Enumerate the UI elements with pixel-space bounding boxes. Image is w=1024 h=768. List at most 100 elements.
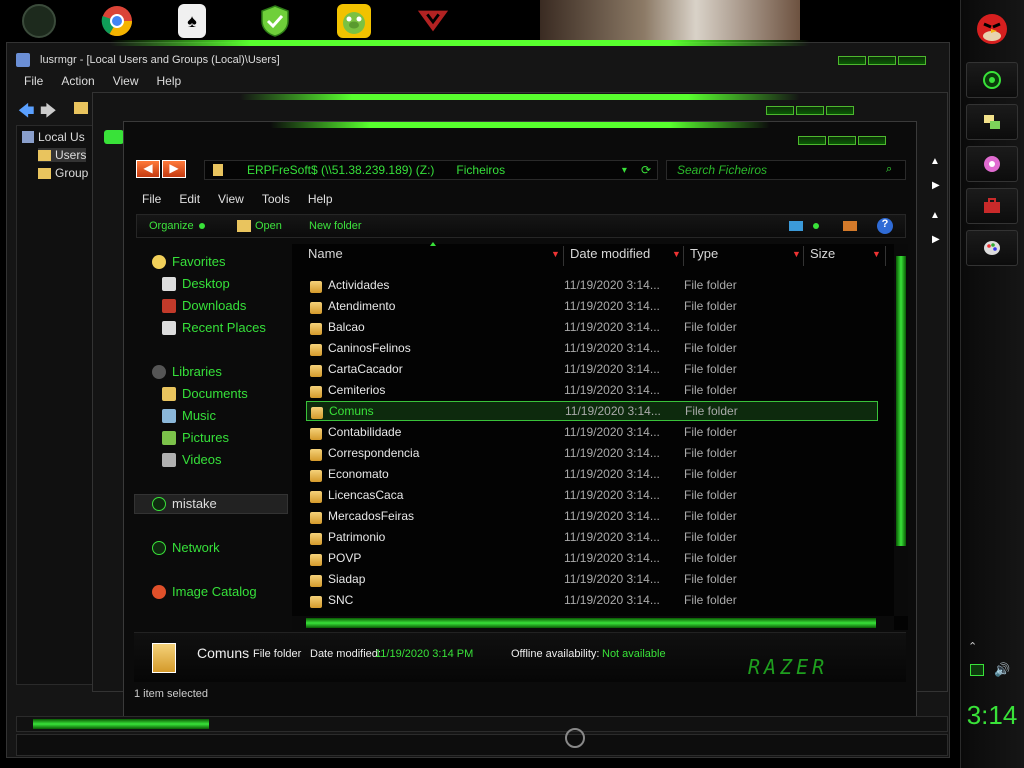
- folder-icon: [310, 470, 322, 482]
- volume-icon[interactable]: 🔊: [994, 662, 1010, 678]
- table-row[interactable]: Balcao 11/19/2020 3:14... File folder: [306, 317, 878, 337]
- disc-icon[interactable]: [966, 146, 1018, 182]
- tree-root[interactable]: Local Us: [22, 130, 85, 144]
- tree-users[interactable]: Users: [38, 148, 87, 162]
- up-folder-icon[interactable]: [74, 102, 88, 114]
- new-folder-button[interactable]: New folder: [309, 220, 362, 232]
- menu-view[interactable]: View: [113, 74, 139, 94]
- chrome-icon[interactable]: [100, 4, 134, 38]
- nav-network[interactable]: Network: [152, 540, 220, 555]
- table-row[interactable]: Correspondencia 11/19/2020 3:14... File fo…: [306, 443, 878, 463]
- nav-network-label: Network: [172, 540, 220, 555]
- tray-monitor-icon[interactable]: [970, 664, 984, 676]
- nav-libraries[interactable]: Libraries: [152, 364, 222, 379]
- tray-arrow-icon[interactable]: ⌃: [968, 640, 977, 653]
- scroll-up-icon[interactable]: ▲: [930, 156, 940, 167]
- window2-caption-buttons[interactable]: [766, 106, 854, 115]
- expand-icon-2[interactable]: ▶: [932, 234, 940, 245]
- table-row[interactable]: CaninosFelinos 11/19/2020 3:14... File fol…: [306, 338, 878, 358]
- nav-image-catalog[interactable]: Image Catalog: [152, 584, 257, 599]
- clock[interactable]: 3:14: [962, 700, 1022, 731]
- lusrmgr-scroll-thumb[interactable]: [33, 719, 209, 729]
- menu-help[interactable]: Help: [157, 74, 182, 94]
- table-row[interactable]: SNC 11/19/2020 3:14... File folder: [306, 590, 878, 610]
- preview-pane-icon[interactable]: [843, 221, 857, 231]
- table-row[interactable]: Atendimento 11/19/2020 3:14... File folder: [306, 296, 878, 316]
- table-row[interactable]: MercadosFeiras 11/19/2020 3:14... File fol…: [306, 506, 878, 526]
- menu-view[interactable]: View: [218, 192, 244, 210]
- table-row[interactable]: Patrimonio 11/19/2020 3:14... File folder: [306, 527, 878, 547]
- menu-file[interactable]: File: [24, 74, 43, 94]
- menu-help[interactable]: Help: [308, 192, 333, 210]
- table-row[interactable]: Comuns 11/19/2020 3:14... File folder: [306, 401, 878, 421]
- scroll-up-icon-2[interactable]: ▲: [930, 210, 940, 221]
- file-date: 11/19/2020 3:14...: [564, 383, 660, 397]
- green-orb-icon[interactable]: [966, 62, 1018, 98]
- address-bar[interactable]: ERPFreSoft$ (\\51.38.239.189) (Z:) Fiche…: [204, 160, 658, 180]
- vertical-scrollbar[interactable]: [894, 244, 908, 616]
- column-date-modified[interactable]: Date modified: [564, 246, 684, 266]
- table-row[interactable]: Actividades 11/19/2020 3:14... File folder: [306, 275, 878, 295]
- column-filter-icon[interactable]: ▼: [672, 249, 681, 259]
- details-offline: Not available: [602, 648, 666, 660]
- back-forward-buttons[interactable]: ◀ ▶: [136, 160, 186, 180]
- table-row[interactable]: POVP 11/19/2020 3:14... File folder: [306, 548, 878, 568]
- help-icon[interactable]: ?: [877, 218, 893, 234]
- view-icon[interactable]: [789, 221, 803, 231]
- menu-edit[interactable]: Edit: [179, 192, 200, 210]
- view-dropdown-icon[interactable]: [813, 223, 819, 229]
- nav-music[interactable]: Music: [162, 408, 216, 423]
- network-icon[interactable]: [966, 104, 1018, 140]
- column-type[interactable]: Type: [684, 246, 804, 266]
- angry-birds-icon[interactable]: [966, 4, 1018, 50]
- explorer-caption-buttons[interactable]: [798, 136, 886, 145]
- nav-documents[interactable]: Documents: [162, 386, 248, 401]
- organize-button[interactable]: Organize: [149, 220, 194, 232]
- shield-check-icon[interactable]: [258, 4, 292, 38]
- horizontal-scrollbar[interactable]: [292, 616, 894, 630]
- bad-piggies-icon[interactable]: [337, 4, 371, 38]
- lusrmgr-caption-buttons[interactable]: [838, 56, 926, 65]
- file-date: 11/19/2020 3:14...: [564, 593, 660, 607]
- table-row[interactable]: CartaCacador 11/19/2020 3:14... File folde…: [306, 359, 878, 379]
- lusrmgr-scrollbar[interactable]: [16, 716, 948, 732]
- column-filter-icon[interactable]: ▼: [792, 249, 801, 259]
- horizontal-scroll-thumb[interactable]: [306, 618, 876, 628]
- search-icon[interactable]: ⌕: [886, 163, 892, 176]
- back-icon[interactable]: ◀: [136, 160, 160, 178]
- nav-pictures[interactable]: Pictures: [162, 430, 229, 445]
- tree-groups[interactable]: Group: [38, 166, 88, 180]
- expand-icon[interactable]: ▶: [932, 180, 940, 191]
- menu-action[interactable]: Action: [61, 74, 94, 94]
- papers-please-icon[interactable]: [416, 4, 450, 38]
- nav-recent-places[interactable]: Recent Places: [162, 320, 266, 335]
- forward-icon[interactable]: ▶: [162, 160, 186, 178]
- column-filter-icon[interactable]: ▼: [872, 249, 881, 259]
- column-name[interactable]: Name: [302, 246, 564, 266]
- column-filter-icon[interactable]: ▼: [551, 249, 560, 259]
- table-row[interactable]: Contabilidade 11/19/2020 3:14... File fold…: [306, 422, 878, 442]
- nav-downloads[interactable]: Downloads: [162, 298, 246, 313]
- nav-videos[interactable]: Videos: [162, 452, 222, 467]
- paint-icon[interactable]: [966, 230, 1018, 266]
- refresh-icon[interactable]: ⟳: [641, 163, 651, 177]
- nav-mistake[interactable]: mistake: [152, 496, 217, 511]
- nav-desktop[interactable]: Desktop: [162, 276, 230, 291]
- open-button[interactable]: Open: [255, 220, 282, 232]
- details-date: 11/19/2020 3:14 PM: [375, 648, 474, 660]
- solitaire-icon[interactable]: ♠: [178, 4, 206, 38]
- back-arrow-icon[interactable]: 🡄: [18, 100, 35, 127]
- search-input[interactable]: Search Ficheiros: [666, 160, 906, 180]
- table-row[interactable]: Economato 11/19/2020 3:14... File folder: [306, 464, 878, 484]
- app-icon[interactable]: [22, 4, 56, 38]
- menu-tools[interactable]: Tools: [262, 192, 290, 210]
- nav-favorites[interactable]: Favorites: [152, 254, 225, 269]
- menu-file[interactable]: File: [142, 192, 161, 210]
- forward-arrow-icon[interactable]: 🡆: [40, 100, 57, 127]
- toolbox-icon[interactable]: [966, 188, 1018, 224]
- table-row[interactable]: LicencasCaca 11/19/2020 3:14... File folde…: [306, 485, 878, 505]
- address-dropdown-icon[interactable]: ▾: [622, 165, 627, 176]
- table-row[interactable]: Siadap 11/19/2020 3:14... File folder: [306, 569, 878, 589]
- table-row[interactable]: Cemiterios 11/19/2020 3:14... File folder: [306, 380, 878, 400]
- vertical-scroll-thumb[interactable]: [896, 256, 906, 546]
